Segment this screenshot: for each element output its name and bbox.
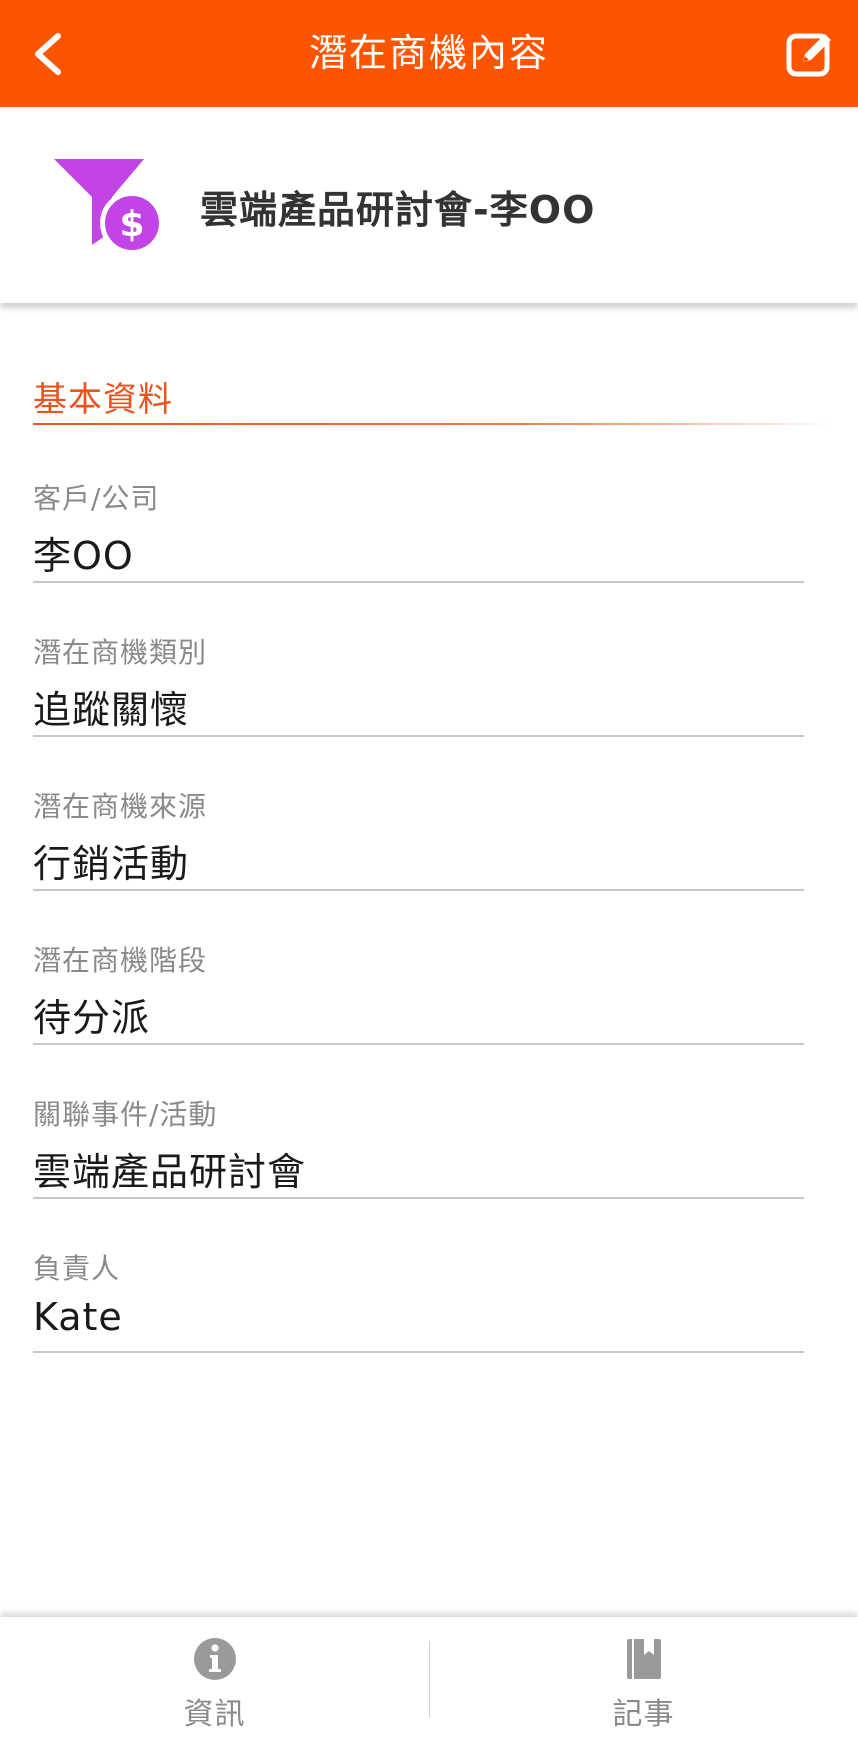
field-value: 李OO — [33, 534, 134, 578]
record-title-card: $ 雲端產品研討會-李OO — [0, 107, 858, 303]
field-underline — [33, 889, 804, 891]
field-value: 追蹤關懷 — [33, 688, 190, 732]
field-customer-company: 客戶/公司 李OO — [33, 477, 804, 587]
field-owner: 負責人 Kate — [33, 1247, 804, 1357]
section-divider — [33, 423, 833, 425]
field-underline — [33, 581, 804, 583]
svg-text:$: $ — [119, 204, 144, 245]
field-underline — [33, 1043, 804, 1045]
edit-icon — [786, 33, 831, 77]
info-icon — [193, 1638, 236, 1680]
field-label: 潛在商機類別 — [33, 636, 208, 669]
page-title: 潛在商機內容 — [308, 31, 549, 75]
edit-button[interactable] — [780, 26, 840, 82]
field-label: 潛在商機來源 — [33, 790, 208, 823]
section-heading-basic-info: 基本資料 — [33, 380, 173, 420]
bottom-tab-bar: 資訊 記事 — [0, 1617, 858, 1748]
page: 潛在商機內容 $ 雲端產品研討會-李OO 基本資料 客戶/公司 李OO 潛在商機… — [0, 0, 858, 1748]
field-label: 關聯事件/活動 — [33, 1098, 218, 1131]
funnel-dollar-icon: $ — [54, 159, 164, 255]
field-value: 待分派 — [33, 996, 151, 1040]
record-title: 雲端產品研討會-李OO — [200, 188, 596, 232]
field-lead-source: 潛在商機來源 行銷活動 — [33, 785, 804, 895]
field-underline — [33, 735, 804, 737]
tab-notes-label: 記事 — [612, 1697, 675, 1732]
field-value: Kate — [33, 1295, 123, 1339]
field-lead-category: 潛在商機類別 追蹤關懷 — [33, 631, 804, 741]
tab-notes[interactable]: 記事 — [429, 1617, 858, 1748]
tab-info[interactable]: 資訊 — [0, 1617, 429, 1748]
field-lead-stage: 潛在商機階段 待分派 — [33, 939, 804, 1049]
field-value: 行銷活動 — [33, 842, 190, 886]
field-label: 潛在商機階段 — [33, 944, 208, 977]
tab-info-label: 資訊 — [183, 1697, 246, 1732]
notebook-icon — [626, 1639, 661, 1679]
field-related-event: 關聯事件/活動 雲端產品研討會 — [33, 1093, 804, 1203]
field-underline — [33, 1351, 804, 1353]
field-label: 客戶/公司 — [33, 482, 160, 515]
field-value: 雲端產品研討會 — [33, 1150, 307, 1194]
field-label: 負責人 — [33, 1252, 121, 1285]
app-header: 潛在商機內容 — [0, 0, 858, 107]
field-underline — [33, 1197, 804, 1199]
